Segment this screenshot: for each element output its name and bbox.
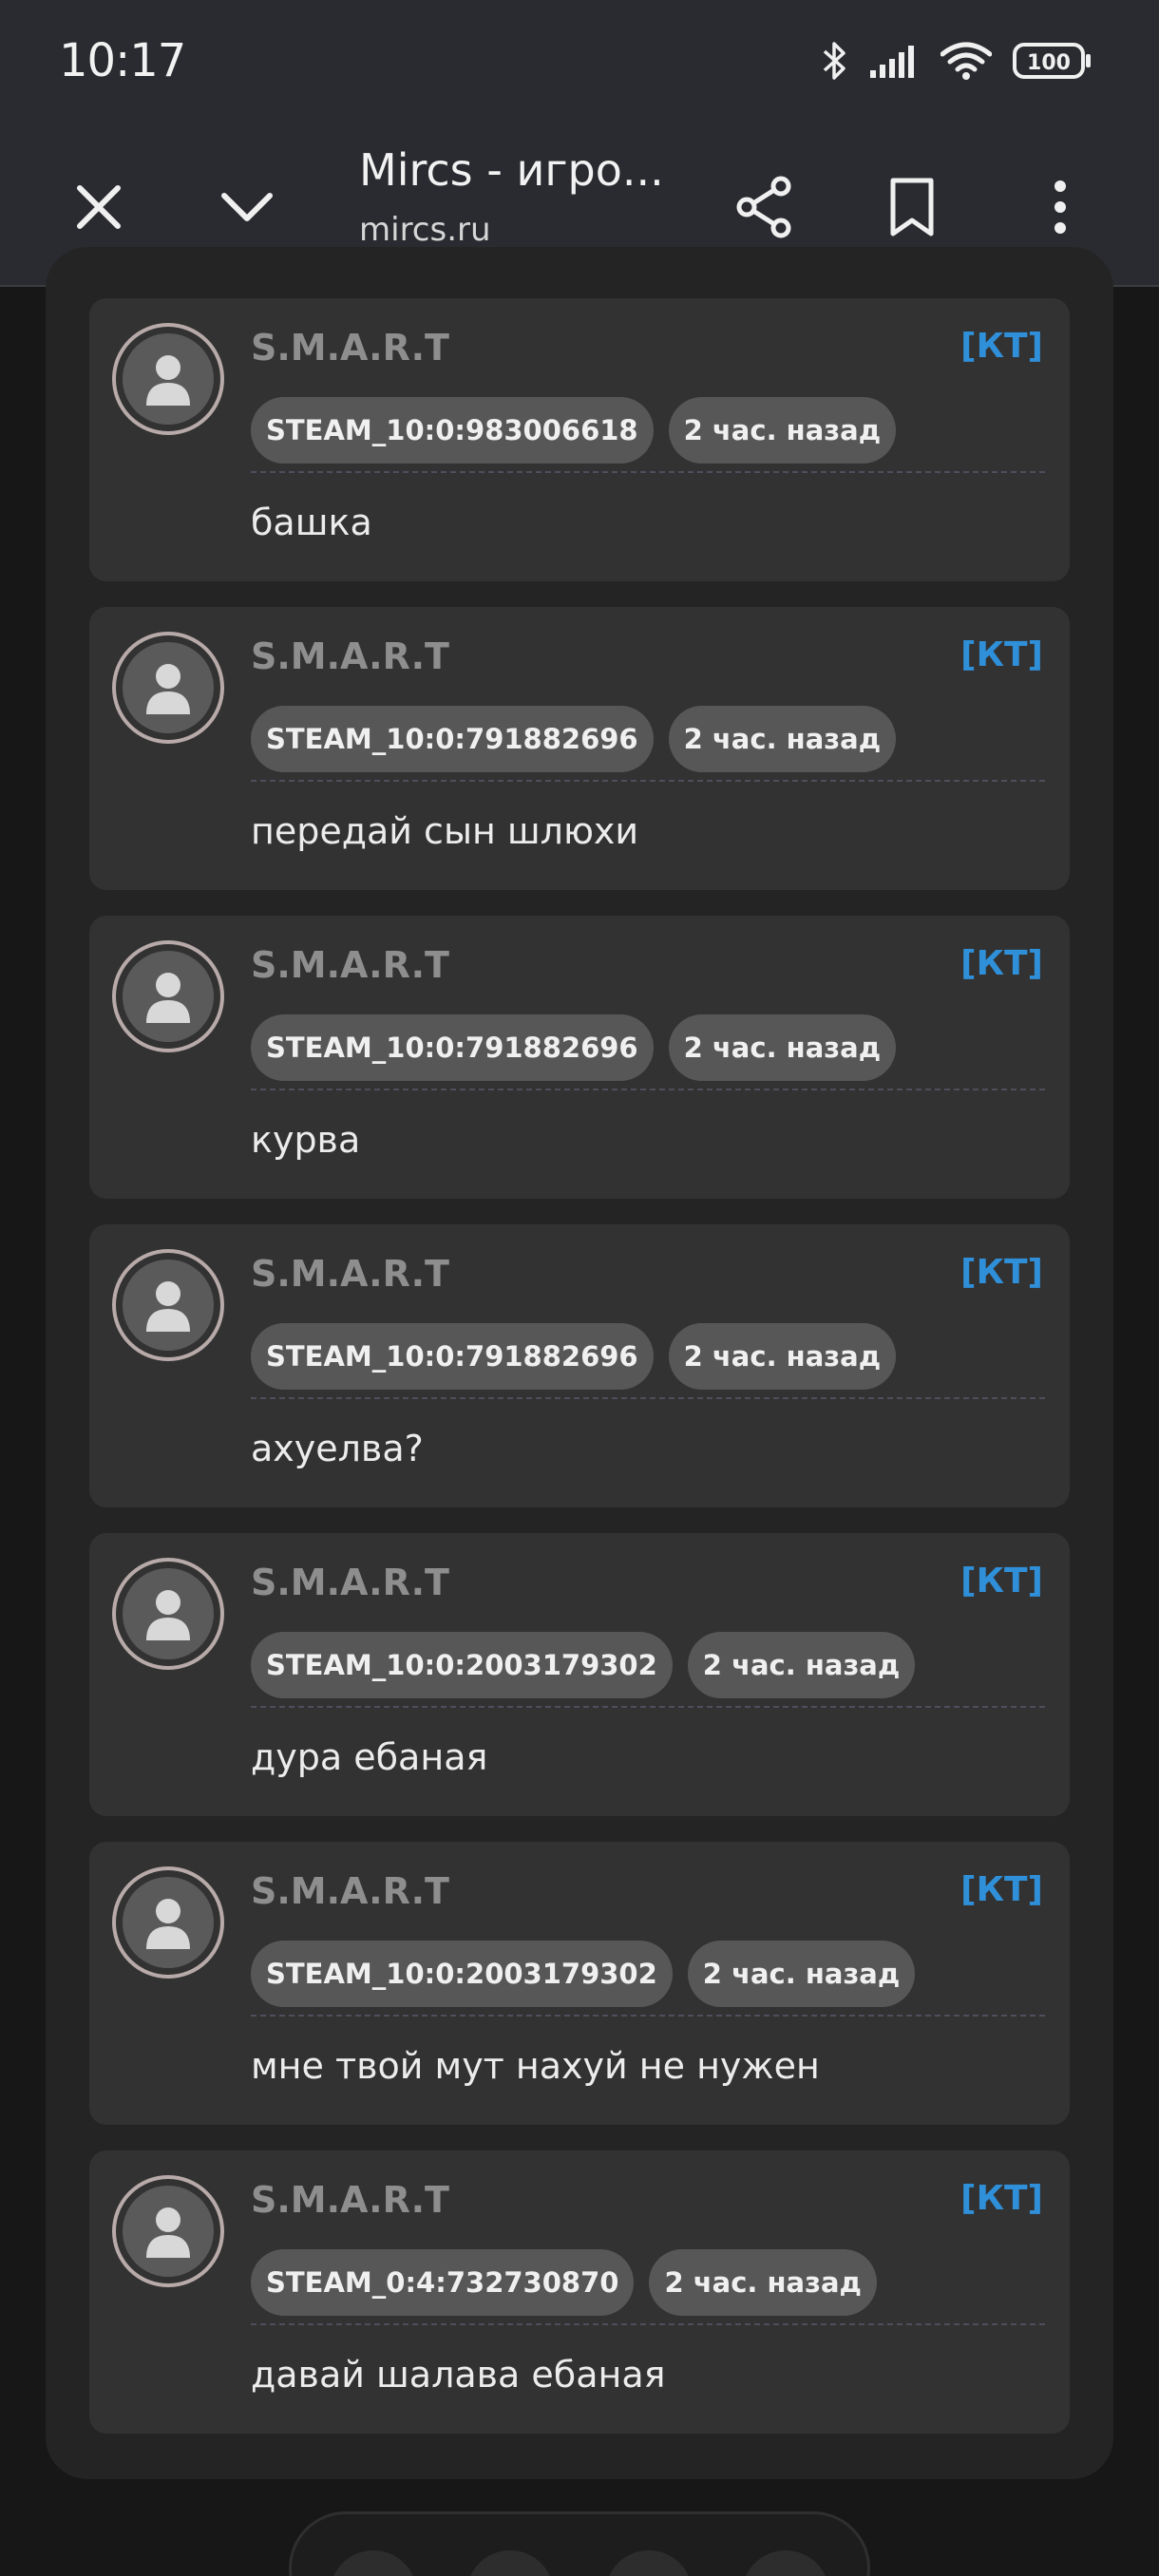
user-placeholder-icon: [146, 973, 190, 1023]
status-bar: 10:17 100: [0, 0, 1159, 131]
avatar[interactable]: [112, 2175, 224, 2287]
clock: 10:17: [59, 34, 186, 87]
steam-id-badge[interactable]: STEAM_10:0:2003179302: [251, 1632, 673, 1698]
timestamp-badge: 2 час. назад: [668, 1014, 897, 1081]
avatar[interactable]: [112, 632, 224, 744]
chat-message-card: S.M.A.R.T [КТ] STEAM_10:0:2003179302 2 ч…: [89, 1533, 1070, 1816]
divider: [251, 471, 1045, 473]
message-text: курва: [251, 1119, 361, 1161]
chat-message-card: S.M.A.R.T [КТ] STEAM_0:4:732730870 2 час…: [89, 2150, 1070, 2434]
bookmark-icon: [890, 178, 934, 237]
share-icon: [736, 176, 791, 238]
divider: [251, 2015, 1045, 2017]
divider: [251, 2323, 1045, 2325]
steam-id-badge[interactable]: STEAM_10:0:983006618: [251, 397, 654, 464]
chat-message-card: S.M.A.R.T [КТ] STEAM_10:0:791882696 2 ча…: [89, 1224, 1070, 1507]
avatar[interactable]: [112, 940, 224, 1052]
collapse-button[interactable]: [209, 169, 285, 245]
user-placeholder-icon: [146, 355, 190, 406]
close-button[interactable]: [61, 169, 137, 245]
close-icon: [77, 185, 121, 229]
battery-level: 100: [1027, 51, 1071, 75]
timestamp-badge: 2 час. назад: [668, 706, 897, 772]
page-title[interactable]: Mircs - игро...: [359, 144, 664, 196]
divider: [251, 1089, 1045, 1090]
chat-message-list: S.M.A.R.T [КТ] STEAM_10:0:983006618 2 ча…: [89, 298, 1070, 2459]
wifi-icon: [940, 42, 992, 80]
user-placeholder-icon: [146, 664, 190, 714]
player-nickname[interactable]: S.M.A.R.T: [251, 327, 449, 369]
status-icons: 100: [821, 38, 1092, 84]
steam-id-badge[interactable]: STEAM_10:0:791882696: [251, 1323, 654, 1390]
player-nickname[interactable]: S.M.A.R.T: [251, 1870, 449, 1912]
team-tag: [КТ]: [960, 1870, 1043, 1909]
share-button[interactable]: [726, 169, 802, 245]
steam-id-badge[interactable]: STEAM_0:4:732730870: [251, 2249, 635, 2316]
chat-message-card: S.M.A.R.T [КТ] STEAM_10:0:791882696 2 ча…: [89, 916, 1070, 1199]
page-url[interactable]: mircs.ru: [359, 211, 491, 249]
signal-icon: [870, 46, 914, 78]
player-nickname[interactable]: S.M.A.R.T: [251, 1253, 449, 1295]
user-placeholder-icon: [146, 1899, 190, 1949]
player-nickname[interactable]: S.M.A.R.T: [251, 635, 449, 677]
more-vert-icon: [1054, 180, 1066, 234]
avatar[interactable]: [112, 1866, 224, 1979]
message-text: мне твой мут нахуй не нужен: [251, 2045, 820, 2087]
divider: [251, 780, 1045, 782]
player-nickname[interactable]: S.M.A.R.T: [251, 1562, 449, 1603]
page-button[interactable]: [466, 2550, 554, 2576]
team-tag: [КТ]: [960, 2179, 1043, 2218]
avatar[interactable]: [112, 1249, 224, 1361]
message-text: давай шалава ебаная: [251, 2354, 666, 2396]
team-tag: [КТ]: [960, 327, 1043, 366]
timestamp-badge: 2 час. назад: [687, 1632, 916, 1698]
avatar[interactable]: [112, 1558, 224, 1670]
team-tag: [КТ]: [960, 635, 1043, 674]
message-text: ахуелва?: [251, 1428, 424, 1469]
chat-message-card: S.M.A.R.T [КТ] STEAM_10:0:791882696 2 ча…: [89, 607, 1070, 890]
chevron-down-icon: [221, 193, 273, 221]
divider: [251, 1706, 1045, 1708]
steam-id-badge[interactable]: STEAM_10:0:791882696: [251, 1014, 654, 1081]
battery-icon: 100: [1013, 43, 1091, 79]
chat-message-card: S.M.A.R.T [КТ] STEAM_10:0:2003179302 2 ч…: [89, 1842, 1070, 2125]
player-nickname[interactable]: S.M.A.R.T: [251, 2179, 449, 2221]
team-tag: [КТ]: [960, 1562, 1043, 1601]
page-button[interactable]: [330, 2550, 417, 2576]
divider: [251, 1397, 1045, 1399]
timestamp-badge: 2 час. назад: [649, 2249, 877, 2316]
team-tag: [КТ]: [960, 944, 1043, 983]
avatar[interactable]: [112, 323, 224, 435]
player-nickname[interactable]: S.M.A.R.T: [251, 944, 449, 986]
message-text: башка: [251, 502, 372, 543]
user-placeholder-icon: [146, 1590, 190, 1640]
steam-id-badge[interactable]: STEAM_10:0:791882696: [251, 706, 654, 772]
user-placeholder-icon: [146, 1281, 190, 1332]
timestamp-badge: 2 час. назад: [668, 1323, 897, 1390]
page-button[interactable]: [605, 2550, 693, 2576]
menu-button[interactable]: [1022, 169, 1098, 245]
message-text: дура ебаная: [251, 1736, 488, 1778]
chat-message-card: S.M.A.R.T [КТ] STEAM_10:0:983006618 2 ча…: [89, 298, 1070, 581]
bookmark-button[interactable]: [874, 169, 950, 245]
user-placeholder-icon: [146, 2207, 190, 2258]
timestamp-badge: 2 час. назад: [668, 397, 897, 464]
timestamp-badge: 2 час. назад: [687, 1941, 916, 2007]
page-button[interactable]: [742, 2550, 829, 2576]
steam-id-badge[interactable]: STEAM_10:0:2003179302: [251, 1941, 673, 2007]
pagination-bar: [289, 2511, 870, 2576]
bluetooth-icon: [823, 42, 846, 80]
team-tag: [КТ]: [960, 1253, 1043, 1292]
message-text: передай сын шлюхи: [251, 810, 639, 852]
